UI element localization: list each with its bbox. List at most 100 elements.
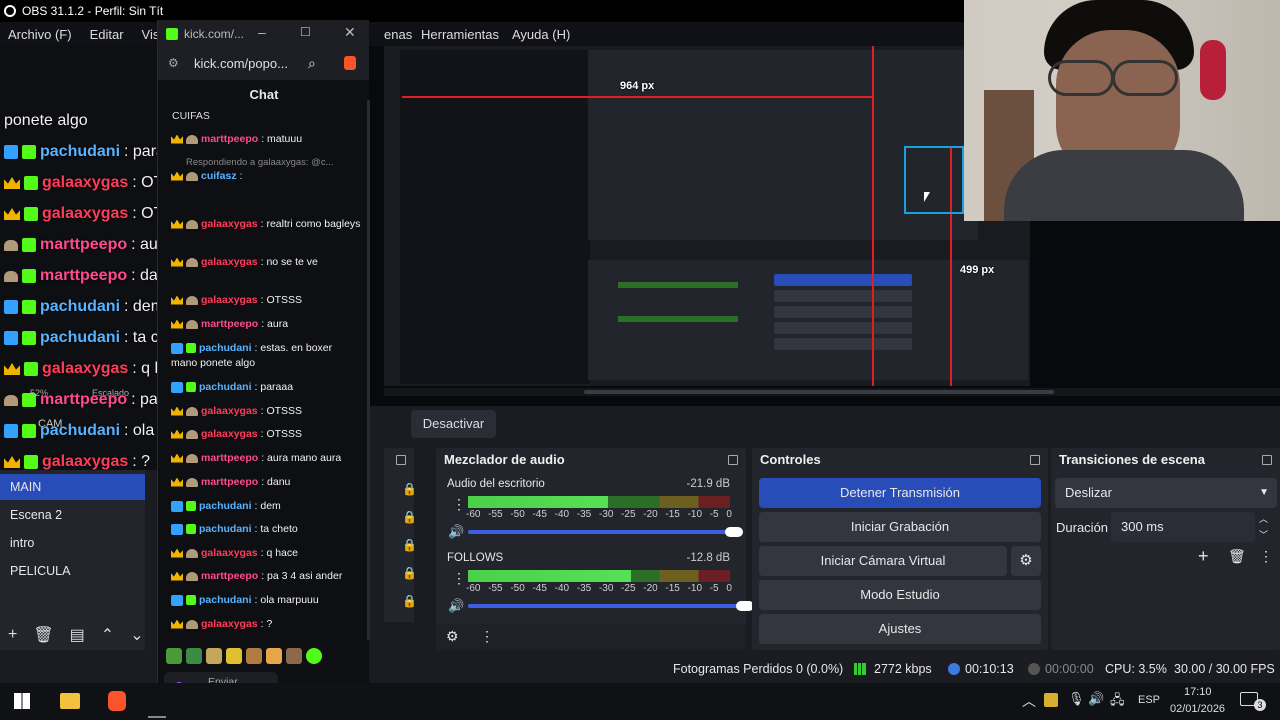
chat-username[interactable]: galaaxygas (201, 618, 258, 630)
clock-time[interactable]: 17:10 (1184, 686, 1212, 698)
lock-icon[interactable]: 🔒 (402, 482, 417, 496)
kebab-menu-icon[interactable]: ⋮ (480, 628, 494, 645)
chat-message[interactable]: pachudani: ola marpuuu (171, 594, 319, 606)
dock-popout-icon[interactable] (1262, 455, 1272, 465)
chat-message[interactable]: marttpeepo: danu (171, 476, 290, 488)
chat-username[interactable]: marttpeepo (201, 318, 258, 330)
lock-icon[interactable]: 🔒 (402, 566, 417, 580)
transition-select[interactable]: Deslizar ▼ (1055, 478, 1277, 508)
duration-input[interactable]: 300 ms (1111, 512, 1255, 542)
chat-message[interactable]: pachudani: dem (171, 500, 281, 512)
speaker-icon[interactable]: 🔊 (448, 598, 464, 614)
chat-username[interactable]: galaaxygas (201, 294, 258, 306)
volume-fader[interactable] (468, 530, 735, 534)
tray-app-icon[interactable] (1044, 693, 1058, 707)
menu-archivo[interactable]: Archivo (F) (0, 27, 82, 42)
dock-popout-icon[interactable] (728, 455, 738, 465)
add-scene-icon[interactable]: + (8, 626, 17, 644)
chat-message[interactable]: pachudani: ta cheto (171, 523, 298, 535)
chat-username[interactable]: cuifasz (201, 170, 237, 182)
minimize-icon[interactable]: – (258, 24, 266, 40)
windows-start-icon[interactable] (14, 693, 30, 709)
chat-username[interactable]: galaaxygas (201, 547, 258, 559)
menu-ayuda[interactable]: Ayuda (H) (512, 27, 570, 42)
chat-username[interactable]: pachudani (199, 381, 252, 393)
chat-message[interactable]: galaaxygas: q hace (171, 547, 298, 559)
stepper-down-icon[interactable]: ﹀ (1259, 528, 1268, 541)
maximize-icon[interactable]: ☐ (300, 25, 311, 39)
move-down-icon[interactable]: ⌄ (130, 625, 143, 645)
chat-username[interactable]: galaaxygas (201, 428, 258, 440)
emote-icon[interactable] (246, 648, 262, 664)
emote-icon[interactable] (226, 648, 242, 664)
emote-icon[interactable] (266, 648, 282, 664)
chat-message[interactable]: marttpeepo: pa 3 4 asi ander (171, 570, 342, 582)
channel-menu-icon[interactable]: ⋮ (452, 570, 466, 587)
chat-username[interactable]: marttpeepo (201, 133, 258, 145)
preview-canvas[interactable]: 964 px 499 px (384, 46, 1030, 386)
file-explorer-icon[interactable] (60, 693, 80, 709)
speaker-icon[interactable]: 🔊 (448, 524, 464, 540)
taskbar-app-icon[interactable] (148, 685, 166, 718)
emote-icon[interactable] (286, 648, 302, 664)
browser-url[interactable]: kick.com/popo... (194, 56, 288, 71)
tray-overflow-icon[interactable]: ︿ (1022, 691, 1036, 711)
chat-message[interactable]: galaaxygas: OTSSS (171, 405, 302, 417)
preview-horizontal-scrollbar[interactable] (384, 388, 1280, 396)
chat-message[interactable]: pachudani: estas. en boxer (171, 342, 332, 354)
chat-message[interactable]: marttpeepo: matuuu (171, 133, 302, 145)
emote-icon[interactable] (166, 648, 182, 664)
emote-icon[interactable] (306, 648, 322, 664)
stop-stream-button[interactable]: Detener Transmisión (759, 478, 1041, 508)
lock-icon[interactable]: 🔒 (402, 510, 417, 524)
microphone-tray-icon[interactable]: 🎙 (1068, 691, 1085, 707)
chat-message[interactable]: pachudani: paraaa (171, 381, 293, 393)
filter-icon[interactable]: ▤ (70, 625, 85, 645)
chat-username[interactable]: marttpeepo (201, 452, 258, 464)
chat-username[interactable]: marttpeepo (201, 476, 258, 488)
scene-item-intro[interactable]: intro (0, 530, 145, 556)
brave-shield-icon[interactable] (344, 56, 356, 70)
chat-username[interactable]: pachudani (199, 342, 252, 354)
settings-button[interactable]: Ajustes (759, 614, 1041, 644)
chat-username[interactable]: pachudani (199, 523, 252, 535)
chat-message[interactable]: marttpeepo: aura (171, 318, 288, 330)
clock-date[interactable]: 02/01/2026 (1170, 703, 1225, 715)
start-recording-button[interactable]: Iniciar Grabación (759, 512, 1041, 542)
scene-item-pelicula[interactable]: PELICULA (0, 558, 145, 584)
delete-transition-icon[interactable]: 🗑 (1228, 548, 1246, 565)
emote-icon[interactable] (206, 648, 222, 664)
scene-item-escena-2[interactable]: Escena 2 (0, 502, 145, 528)
chat-username[interactable]: galaaxygas (201, 218, 258, 230)
move-up-icon[interactable]: ⌃ (101, 625, 114, 645)
chat-message[interactable]: marttpeepo: aura mano aura (171, 452, 341, 464)
lock-icon[interactable]: 🔒 (402, 594, 417, 608)
channel-menu-icon[interactable]: ⋮ (452, 496, 466, 513)
chat-username[interactable]: galaaxygas (201, 256, 258, 268)
site-info-icon[interactable]: ⚙ (168, 56, 179, 70)
chat-username[interactable]: galaaxygas (201, 405, 258, 417)
studio-mode-button[interactable]: Modo Estudio (759, 580, 1041, 610)
virtual-camera-settings-icon[interactable]: ⚙ (1011, 546, 1041, 576)
chat-message[interactable]: galaaxygas: realtri como bagleys (171, 218, 360, 230)
brave-browser-icon[interactable] (108, 691, 126, 711)
stepper-up-icon[interactable]: ︿ (1259, 512, 1268, 525)
close-icon[interactable]: ✕ (344, 24, 356, 41)
volume-tray-icon[interactable]: 🔊 (1088, 691, 1104, 707)
preview-selection-box[interactable] (904, 146, 964, 214)
chat-message[interactable]: mano ponete algo (171, 357, 255, 369)
network-tray-icon[interactable]: 🖧 (1110, 691, 1125, 713)
volume-fader-knob[interactable] (725, 527, 744, 537)
scene-item-main[interactable]: MAIN (0, 474, 145, 500)
gear-icon[interactable]: ⚙ (446, 628, 459, 645)
chat-message[interactable]: galaaxygas: OTSSS (171, 428, 302, 440)
menu-editar[interactable]: Editar (82, 27, 134, 42)
chat-message[interactable]: galaaxygas: no se te ve (171, 256, 318, 268)
virtual-camera-button[interactable]: Iniciar Cámara Virtual (759, 546, 1007, 576)
deactivate-button[interactable]: Desactivar (411, 410, 496, 438)
delete-scene-icon[interactable]: 🗑 (33, 625, 53, 645)
chat-username[interactable]: pachudani (199, 594, 252, 606)
emote-icon[interactable] (186, 648, 202, 664)
lock-icon[interactable]: 🔒 (402, 538, 417, 552)
kebab-menu-icon[interactable]: ⋮ (1259, 548, 1273, 565)
